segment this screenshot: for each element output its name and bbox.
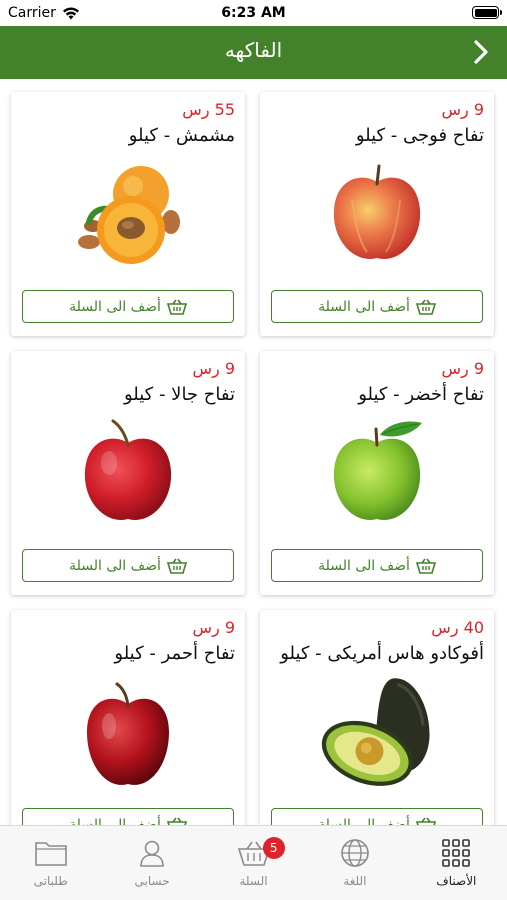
- page-title: الفاكهه: [224, 38, 283, 62]
- add-to-cart-button[interactable]: أضف الى السلة: [22, 290, 234, 323]
- tab-bar: طلباتى حسابى 5 السلة اللغة الأصناف: [0, 825, 507, 900]
- product-card[interactable]: 9 رس تفاح أخضر - كيلو أضف الى السلة: [260, 351, 494, 595]
- tab-categories[interactable]: الأصناف: [406, 826, 507, 900]
- add-to-cart-label: أضف الى السلة: [318, 816, 410, 826]
- back-button[interactable]: [461, 32, 501, 72]
- product-name: تفاح فوجى - كيلو: [355, 125, 484, 146]
- red-apple-image: [87, 682, 169, 785]
- product-name: مشمش - كيلو: [128, 125, 235, 146]
- tab-cart-label: السلة: [239, 874, 268, 888]
- product-card[interactable]: 9 رس تفاح فوجى - كيلو أضف الى السلة: [260, 92, 494, 336]
- globe-icon: [338, 836, 372, 870]
- basket-icon: [166, 299, 187, 315]
- add-to-cart-button[interactable]: أضف الى السلة: [271, 808, 483, 825]
- status-time: 6:23 AM: [221, 5, 286, 21]
- product-card[interactable]: 9 رس تفاح جالا - كيلو أضف الى السلة: [11, 351, 245, 595]
- add-to-cart-label: أضف الى السلة: [318, 298, 410, 315]
- basket-icon: [166, 558, 187, 574]
- product-name: تفاح أحمر - كيلو: [114, 643, 235, 664]
- product-price: 55 رس: [182, 100, 235, 119]
- add-to-cart-label: أضف الى السلة: [318, 557, 410, 574]
- tab-language-label: اللغة: [343, 874, 367, 888]
- product-price: 9 رس: [441, 359, 484, 378]
- add-to-cart-button[interactable]: أضف الى السلة: [22, 549, 234, 582]
- product-card[interactable]: 9 رس تفاح أحمر - كيلو أضف الى السلة: [11, 610, 245, 825]
- folder-icon: [34, 836, 68, 870]
- add-to-cart-label: أضف الى السلة: [69, 298, 161, 315]
- add-to-cart-label: أضف الى السلة: [69, 816, 161, 826]
- product-name: أفوكادو هاس أمريكى - كيلو: [280, 643, 484, 664]
- avocado-image: [321, 678, 430, 786]
- product-card[interactable]: 55 رس مشمش - كيلو أضف الى السلة: [11, 92, 245, 336]
- user-icon: [135, 836, 169, 870]
- basket-icon: [415, 299, 436, 315]
- product-name: تفاح جالا - كيلو: [123, 384, 235, 405]
- chevron-right-icon: [474, 40, 488, 64]
- nav-header: الفاكهه: [0, 26, 507, 79]
- basket-icon: [415, 558, 436, 574]
- tab-orders-label: طلباتى: [33, 874, 68, 888]
- tab-categories-label: الأصناف: [436, 874, 477, 888]
- tab-account[interactable]: حسابى: [101, 826, 202, 900]
- product-grid: 9 رس تفاح فوجى - كيلو أضف الى السلة 55 ر…: [0, 79, 507, 825]
- product-card[interactable]: 40 رس أفوكادو هاس أمريكى - كيلو أضف الى …: [260, 610, 494, 825]
- add-to-cart-button[interactable]: أضف الى السلة: [22, 808, 234, 825]
- green-apple-image: [333, 421, 422, 520]
- apricot-image: [78, 166, 180, 264]
- product-price: 9 رس: [441, 100, 484, 119]
- basket-icon: [415, 817, 436, 825]
- tab-account-label: حسابى: [134, 874, 170, 888]
- grid-icon: [439, 836, 473, 870]
- gala-apple-image: [84, 419, 172, 520]
- battery-icon: [472, 6, 502, 19]
- add-to-cart-button[interactable]: أضف الى السلة: [271, 549, 483, 582]
- product-price: 9 رس: [192, 618, 235, 637]
- tab-orders[interactable]: طلباتى: [0, 826, 101, 900]
- add-to-cart-button[interactable]: أضف الى السلة: [271, 290, 483, 323]
- add-to-cart-label: أضف الى السلة: [69, 557, 161, 574]
- fuji-apple-image: [333, 164, 421, 259]
- cart-count-badge: 5: [262, 837, 285, 859]
- product-price: 40 رس: [431, 618, 484, 637]
- status-bar: Carrier 6:23 AM: [0, 0, 507, 26]
- product-name: تفاح أخضر - كيلو: [358, 384, 484, 405]
- basket-icon: [166, 817, 187, 825]
- product-price: 9 رس: [192, 359, 235, 378]
- tab-cart[interactable]: 5 السلة: [203, 826, 304, 900]
- tab-language[interactable]: اللغة: [304, 826, 405, 900]
